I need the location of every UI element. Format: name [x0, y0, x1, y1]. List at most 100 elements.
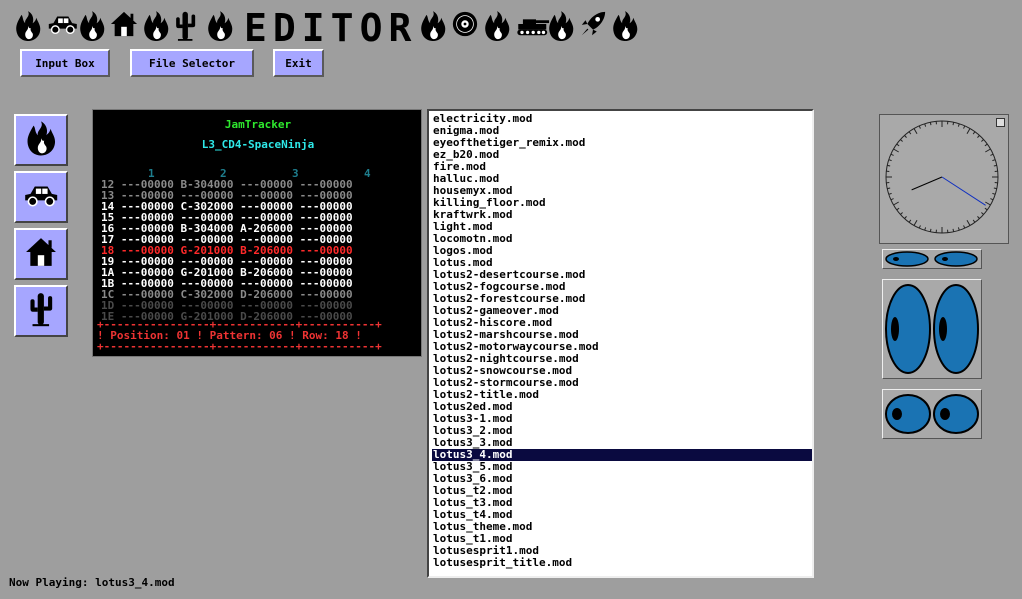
tracker-panel: JamTracker L3_CD4-SpaceNinja 1 2 3 4 12 …	[92, 109, 422, 357]
title-letter: R	[388, 6, 412, 50]
clock-tick	[924, 227, 927, 231]
clock-tick	[900, 212, 903, 215]
eyes-large	[882, 279, 982, 379]
hour-hand	[911, 176, 943, 191]
car-icon	[22, 179, 60, 215]
clock-tick	[888, 159, 892, 162]
clock-tick	[887, 187, 891, 190]
clock-tick	[992, 159, 996, 162]
clock-tick	[888, 192, 892, 195]
eyes-icon	[885, 284, 979, 374]
clock-tick	[985, 201, 991, 206]
eyes-icon	[885, 251, 978, 267]
clock-tick	[890, 198, 894, 201]
exit-button[interactable]: Exit	[273, 49, 324, 77]
fire-icon	[419, 10, 449, 46]
clock-tick	[952, 228, 955, 232]
editor-title-banner: EDITOR	[14, 8, 654, 48]
now-playing-value: lotus3_4.mod	[95, 576, 175, 589]
clock-tick	[966, 128, 971, 134]
clock-tick	[981, 139, 984, 142]
fire-icon	[547, 10, 577, 46]
clock-tick	[904, 135, 907, 138]
channel-header-4: 4	[364, 167, 371, 180]
clock-tick	[896, 207, 900, 211]
clock-tick	[990, 198, 994, 201]
clock-tick	[893, 201, 899, 206]
clock-tick	[984, 207, 988, 211]
clock-tick	[993, 164, 997, 167]
cactus-side-button[interactable]	[14, 285, 68, 337]
clock-tick	[966, 220, 971, 226]
car-icon	[46, 10, 77, 46]
car-side-button[interactable]	[14, 171, 68, 223]
clock-tick	[993, 187, 997, 190]
status-border-bottom: +----------------+------------+---------…	[97, 340, 382, 353]
tracker-song-name: L3_CD4-SpaceNinja	[201, 138, 315, 151]
editor-title: EDITOR	[244, 8, 411, 48]
file-item[interactable]: lotusesprit_title.mod	[432, 557, 812, 569]
eyes-medium	[882, 389, 982, 439]
fire-icon	[78, 10, 108, 46]
rocket-icon	[579, 10, 609, 46]
clock-tick	[984, 143, 988, 147]
tank-icon	[515, 10, 550, 46]
clock-tick	[913, 128, 918, 134]
clock-tick	[929, 228, 932, 232]
clock-tick	[963, 225, 966, 229]
file-item[interactable]: ez_b20.mod	[432, 149, 812, 161]
clock-tick	[918, 125, 921, 129]
fire-icon	[483, 10, 513, 46]
analog-clock	[879, 114, 1009, 244]
house-icon	[110, 10, 140, 46]
clock-tick	[957, 227, 960, 231]
clock-tick	[957, 123, 960, 127]
fire-icon	[206, 10, 236, 46]
clock-tick	[900, 139, 903, 142]
eyes-small	[882, 249, 982, 269]
close-icon[interactable]	[996, 118, 1005, 127]
clock-tick	[887, 164, 891, 167]
minute-hand	[941, 176, 986, 206]
file-list[interactable]: electricity.mod enigma.mod eyeofthetiger_r…	[427, 109, 814, 578]
clock-tick	[992, 192, 996, 195]
clock-tick	[972, 131, 976, 135]
fire-icon	[25, 120, 57, 161]
clock-tick	[890, 153, 894, 156]
input-box-button[interactable]: Input Box	[20, 49, 110, 77]
tracker-app-name: JamTracker	[224, 118, 292, 131]
clock-tick	[972, 219, 976, 223]
cactus-icon	[174, 10, 204, 46]
title-letter: O	[359, 6, 383, 50]
clock-tick	[924, 123, 927, 127]
clock-tick	[904, 216, 907, 219]
clock-tick	[893, 148, 899, 153]
file-selector-button[interactable]: File Selector	[130, 49, 254, 77]
fire-icon	[14, 10, 44, 46]
fire-icon	[611, 10, 641, 46]
title-letter: E	[244, 6, 267, 50]
clock-tick	[985, 148, 991, 153]
clock-tick	[977, 216, 980, 219]
clock-tick	[896, 143, 900, 147]
clock-tick	[990, 153, 994, 156]
now-playing: Now Playing: lotus3_4.mod	[9, 576, 175, 589]
house-side-button[interactable]	[14, 228, 68, 280]
eyes-icon	[885, 394, 979, 434]
vinyl-record-icon	[451, 10, 481, 46]
fire-side-button[interactable]	[14, 114, 68, 166]
clock-tick	[963, 125, 966, 129]
clock-face	[885, 120, 999, 234]
title-letter: T	[330, 6, 354, 50]
house-icon	[25, 236, 57, 272]
clock-tick	[908, 219, 912, 223]
clock-tick	[981, 212, 984, 215]
title-letter: D	[272, 6, 296, 50]
clock-tick	[977, 135, 980, 138]
title-letter: I	[301, 6, 325, 50]
clock-tick	[908, 131, 912, 135]
clock-tick	[929, 122, 932, 126]
clock-tick	[952, 122, 955, 126]
fire-icon	[142, 10, 172, 46]
clock-tick	[918, 225, 921, 229]
